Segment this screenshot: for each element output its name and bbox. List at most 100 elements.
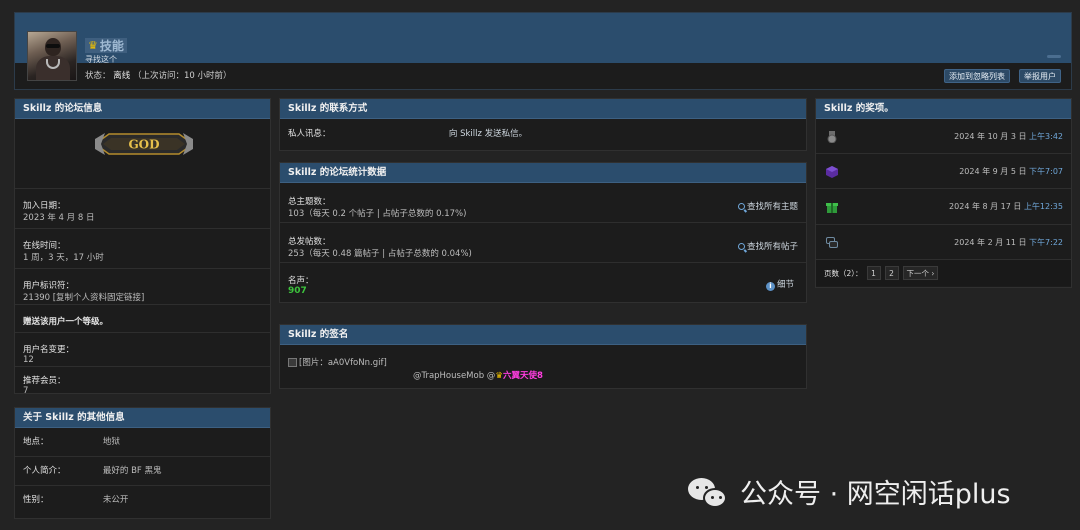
pager-label: 页数（2）： xyxy=(824,268,863,278)
purple-cube-icon xyxy=(826,166,838,178)
signature-body: [图片：aA0VfoNn.gif] @TrapHouseMob @♛六翼天使8 xyxy=(280,345,806,388)
crown-icon: ♛ xyxy=(88,39,98,52)
status-value: 离线 xyxy=(113,71,131,81)
other-info-panel: 关于 Skillz 的其他信息 地点： 地狱 个人简介： 最好的 BF 黑鬼 性… xyxy=(14,407,271,519)
find-threads-link[interactable]: 查找所有主题 xyxy=(737,200,798,212)
location-value: 地狱 xyxy=(102,437,120,447)
posts-label: 总发帖数： xyxy=(288,237,331,247)
awards-panel: Skillz 的奖项。 2024 年 10 月 3 日 上午3:42 2024 … xyxy=(815,98,1072,288)
awards-title: Skillz 的奖项。 xyxy=(816,99,1071,119)
award-date: 2024 年 8 月 17 日 上午12:35 xyxy=(949,202,1063,211)
signature-panel: Skillz 的签名 [图片：aA0VfoNn.gif] @TrapHouseM… xyxy=(279,324,807,389)
green-gift-icon xyxy=(826,203,838,213)
rank-row: GOD xyxy=(15,119,270,189)
award-date: 2024 年 10 月 3 日 上午3:42 xyxy=(954,132,1063,141)
contact-title: Skillz 的联系方式 xyxy=(280,99,806,119)
gift-rank-link[interactable]: 赠送该用户一个等级。 xyxy=(23,315,262,327)
username-row: ♛ 技能 xyxy=(85,38,127,53)
pm-label: 私人讯息： xyxy=(288,129,331,139)
uid-label: 用户标识符： xyxy=(23,281,75,291)
referral-row: 推荐会员： 7 xyxy=(15,367,270,401)
wechat-icon xyxy=(688,476,730,508)
stats-panel: Skillz 的论坛统计数据 总主题数： 103（每天 0.2 个帖子 | 占帖… xyxy=(279,162,807,303)
rename-value: 12 xyxy=(23,355,34,365)
join-date-value: 2023 年 4 月 8 日 xyxy=(23,213,95,223)
info-icon: i xyxy=(765,282,775,291)
referral-value: 7 xyxy=(23,386,29,396)
search-icon xyxy=(737,203,745,210)
chat-bubble-icon xyxy=(826,237,838,248)
user-title: 寻找这个 xyxy=(85,55,117,64)
forum-info-title: Skillz 的论坛信息 xyxy=(15,99,270,119)
signature-title: Skillz 的签名 xyxy=(280,325,806,345)
award-row: 2024 年 9 月 5 日 下午7:07 xyxy=(816,154,1071,189)
join-date-row: 加入日期： 2023 年 4 月 8 日 xyxy=(15,189,270,229)
reputation-value: 907 xyxy=(288,286,307,296)
gender-label: 性别： xyxy=(23,495,49,505)
contact-panel: Skillz 的联系方式 私人讯息： 向 Skillz 发送私信。 xyxy=(279,98,807,151)
gender-value: 未公开 xyxy=(102,495,129,505)
reputation-label: 名声： xyxy=(288,276,314,286)
gender-row: 性别： 未公开 xyxy=(15,486,270,515)
bio-row: 个人简介： 最好的 BF 黑鬼 xyxy=(15,457,270,486)
join-date-label: 加入日期： xyxy=(23,201,66,211)
rename-label: 用户名变更： xyxy=(23,345,75,355)
location-row: 地点： 地狱 xyxy=(15,428,270,457)
search-icon xyxy=(737,243,745,250)
posts-value: 253（每天 0.48 篇帖子 | 占帖子总数的 0.04%) xyxy=(288,249,472,259)
award-row: 2024 年 2 月 11 日 下午7:22 xyxy=(816,225,1071,260)
send-pm-link[interactable]: 向 Skillz 发送私信。 xyxy=(449,129,527,139)
award-row: 2024 年 10 月 3 日 上午3:42 xyxy=(816,119,1071,154)
location-label: 地点： xyxy=(23,437,49,447)
avatar xyxy=(27,31,77,81)
bio-value: 最好的 BF 黑鬼 xyxy=(102,466,162,476)
broken-image-icon xyxy=(288,357,297,367)
medal-icon xyxy=(827,131,837,143)
threads-label: 总主题数： xyxy=(288,197,331,207)
award-date: 2024 年 2 月 11 日 下午7:22 xyxy=(954,238,1063,247)
signature-image-alt: [图片：aA0VfoNn.gif] xyxy=(299,358,387,368)
page-1-button[interactable]: 1 xyxy=(866,266,881,280)
rename-row: 用户名变更： 12 xyxy=(15,333,270,367)
online-time-value: 1 周，3 天，17 小时 xyxy=(23,253,104,263)
status-line: 状态： 离线 （上次访问：10 小时前） xyxy=(85,69,231,81)
god-rank-badge: GOD xyxy=(95,133,193,155)
signature-highlight: 六翼天使8 xyxy=(502,371,543,381)
signature-image: [图片：aA0VfoNn.gif] xyxy=(288,356,798,368)
threads-row: 总主题数： 103（每天 0.2 个帖子 | 占帖子总数的 0.17%) 查找所… xyxy=(280,183,806,223)
reputation-details-link[interactable]: i 细节 xyxy=(765,278,794,291)
watermark-text: 公众号 · 网空闲话plus xyxy=(740,479,1011,510)
signature-handle: @TrapHouseMob @ xyxy=(413,371,496,381)
stats-title: Skillz 的论坛统计数据 xyxy=(280,163,806,183)
awards-pager: 页数（2）： 1 2 下一个 › xyxy=(816,260,1071,286)
posts-row: 总发帖数： 253（每天 0.48 篇帖子 | 占帖子总数的 0.04%) 查找… xyxy=(280,223,806,263)
wechat-watermark: 公众号 · 网空闲话plus xyxy=(688,472,1011,511)
page-2-button[interactable]: 2 xyxy=(884,266,899,280)
reputation-row: 名声： 907 i 细节 xyxy=(280,263,806,302)
status-label: 状态： xyxy=(85,71,111,81)
profile-header: ♛ 技能 寻找这个 状态： 离线 （上次访问：10 小时前） 添加到忽略列表 举… xyxy=(14,12,1072,90)
ignore-list-button[interactable]: 添加到忽略列表 xyxy=(944,69,1010,83)
online-time-row: 在线时间： 1 周，3 天，17 小时 xyxy=(15,229,270,269)
forum-info-panel: Skillz 的论坛信息 GOD 加入日期： 2023 年 4 月 8 日 在线… xyxy=(14,98,271,396)
gift-rank-row: 赠送该用户一个等级。 xyxy=(15,305,270,333)
next-page-button[interactable]: 下一个 › xyxy=(902,266,939,280)
god-badge-text: GOD xyxy=(128,138,159,152)
username: 技能 xyxy=(99,39,124,53)
private-message-row: 私人讯息： 向 Skillz 发送私信。 xyxy=(280,119,806,150)
uid-row: 用户标识符： 21390 [复制个人资料固定链接] xyxy=(15,269,270,305)
crown-icon: ♛ xyxy=(495,371,503,381)
last-visit: （上次访问：10 小时前） xyxy=(132,71,232,81)
online-time-label: 在线时间： xyxy=(23,241,66,251)
report-user-button[interactable]: 举报用户 xyxy=(1019,69,1061,83)
award-date: 2024 年 9 月 5 日 下午7:07 xyxy=(959,167,1063,176)
bio-label: 个人简介： xyxy=(23,466,66,476)
referral-label: 推荐会员： xyxy=(23,376,66,386)
signature-handle-line: @TrapHouseMob @♛六翼天使8 xyxy=(413,369,543,381)
other-info-title: 关于 Skillz 的其他信息 xyxy=(15,408,270,428)
banner-handle[interactable] xyxy=(1047,55,1061,58)
award-row: 2024 年 8 月 17 日 上午12:35 xyxy=(816,189,1071,225)
uid-value[interactable]: 21390 [复制个人资料固定链接] xyxy=(23,291,262,303)
threads-value: 103（每天 0.2 个帖子 | 占帖子总数的 0.17%) xyxy=(288,209,467,219)
find-posts-link[interactable]: 查找所有帖子 xyxy=(737,240,798,252)
